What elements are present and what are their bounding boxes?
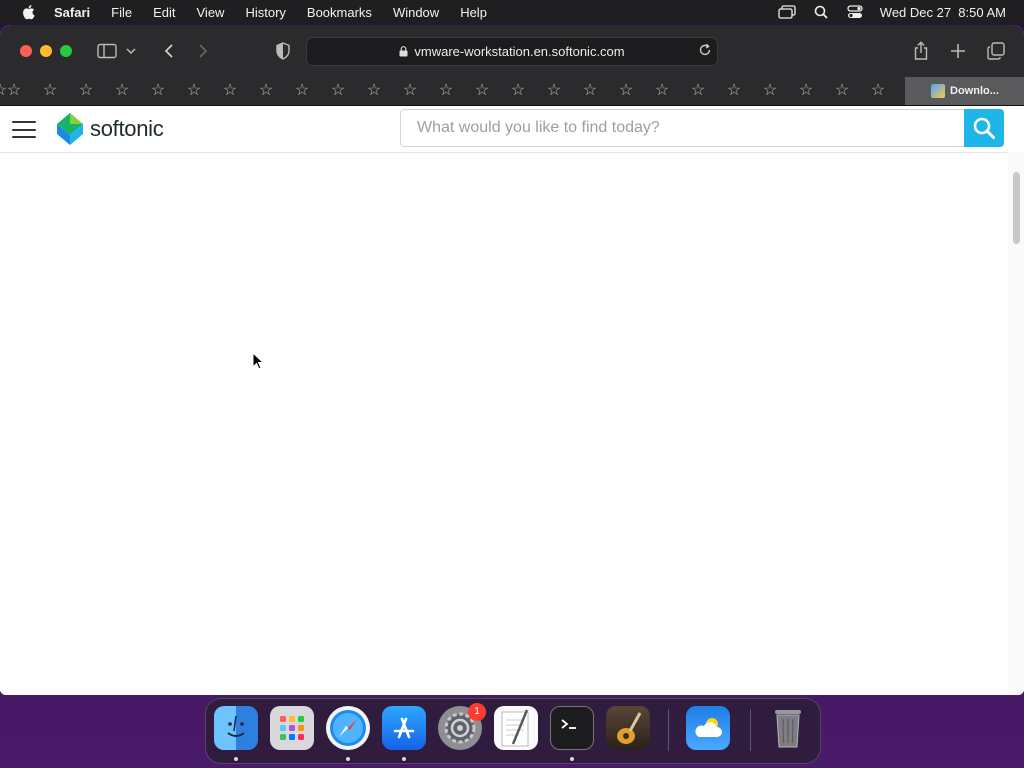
spotlight-search-icon[interactable]: [812, 5, 830, 19]
search-button[interactable]: [964, 109, 1004, 147]
garageband-icon[interactable]: [606, 706, 650, 750]
control-center-icon[interactable]: [846, 5, 864, 19]
menu-clock[interactable]: Wed Dec 27 8:50 AM: [880, 5, 1006, 20]
window-minimize-button[interactable]: [40, 45, 52, 57]
search-input[interactable]: [400, 109, 964, 147]
bookmark-star-icon[interactable]: ☆: [726, 83, 742, 99]
bookmark-star-icon[interactable]: ☆: [150, 83, 166, 99]
bookmark-star-icon[interactable]: ☆: [582, 83, 598, 99]
bookmark-star-icon[interactable]: ☆: [330, 83, 346, 99]
softonic-header: softonic: [0, 106, 1008, 153]
dock-separator: [750, 709, 751, 751]
bookmark-star-icon[interactable]: ☆: [510, 83, 526, 99]
weather-icon[interactable]: [686, 706, 730, 750]
bookmark-star-icon[interactable]: ☆: [762, 83, 778, 99]
url-text[interactable]: vmware-workstation.en.softonic.com: [414, 44, 624, 59]
sidebar-toggle-icon[interactable]: [96, 41, 118, 61]
bookmark-star-icon[interactable]: ☆: [366, 83, 382, 99]
window-zoom-button[interactable]: [60, 45, 72, 57]
mouse-cursor-icon: [252, 351, 265, 375]
terminal-icon[interactable]: [550, 706, 594, 750]
menu-history[interactable]: History: [245, 5, 285, 20]
favorites-bar: ☆ ☆ ☆ ☆ ☆ ☆ ☆ ☆ ☆ ☆ ☆ ☆ ☆ ☆ ☆ ☆ ☆ ☆ ☆ ☆ ☆ ☆ ☆ ☆ ☆ ☆ Downlo...: [0, 77, 1024, 106]
textedit-icon[interactable]: [494, 706, 538, 750]
bookmark-star-icon[interactable]: ☆: [834, 83, 850, 99]
chevron-down-icon[interactable]: [124, 41, 138, 61]
app-store-running-indicator: [402, 757, 406, 761]
browser-toolbar: vmware-workstation.en.softonic.com: [0, 25, 1024, 78]
tab-overview-icon[interactable]: [985, 41, 1007, 61]
notification-badge: 1: [468, 703, 486, 721]
softonic-wordmark: softonic: [90, 116, 164, 141]
bookmark-star-icon[interactable]: ☆: [42, 83, 58, 99]
trash-icon[interactable]: [766, 706, 810, 750]
bookmark-star-icon[interactable]: ☆: [78, 83, 94, 99]
new-tab-plus-icon[interactable]: [947, 41, 969, 61]
menu-edit[interactable]: Edit: [153, 5, 175, 20]
scrollbar-thumb[interactable]: [1013, 172, 1020, 244]
share-icon[interactable]: [910, 41, 932, 61]
bookmark-star-icon[interactable]: ☆: [402, 83, 418, 99]
dock: 1: [205, 698, 821, 764]
back-arrow-icon[interactable]: [158, 41, 180, 61]
menu-app-name[interactable]: Safari: [54, 5, 90, 20]
screen-mirroring-icon[interactable]: [778, 5, 796, 19]
menu-bookmarks[interactable]: Bookmarks: [307, 5, 372, 20]
bookmark-star-icon[interactable]: ☆: [690, 83, 706, 99]
search-icon: [973, 117, 995, 139]
apple-icon[interactable]: [20, 4, 36, 20]
softonic-logo[interactable]: softonic: [56, 112, 164, 146]
bookmark-star-icon[interactable]: ☆: [618, 83, 634, 99]
bookmark-star-icon[interactable]: ☆: [870, 83, 886, 99]
finder-running-indicator: [234, 757, 238, 761]
bookmark-star-icon[interactable]: ☆: [186, 83, 202, 99]
bookmark-star-icon[interactable]: ☆: [474, 83, 490, 99]
bookmark-star-icon[interactable]: ☆: [6, 83, 22, 99]
menu-bar: Safari File Edit View History Bookmarks …: [0, 0, 1024, 24]
forward-arrow-icon[interactable]: [192, 41, 214, 61]
bookmark-star-icon[interactable]: ☆: [438, 83, 454, 99]
lock-icon: [399, 46, 408, 57]
safari-icon[interactable]: [326, 706, 370, 750]
menu-view[interactable]: View: [197, 5, 225, 20]
reload-icon[interactable]: [698, 43, 712, 57]
menu-file[interactable]: File: [111, 5, 132, 20]
finder-icon[interactable]: [214, 706, 258, 750]
bookmark-star-icon[interactable]: ☆: [114, 83, 130, 99]
bookmark-star-icon[interactable]: ☆: [654, 83, 670, 99]
privacy-shield-icon[interactable]: [272, 41, 294, 61]
menu-window[interactable]: Window: [393, 5, 439, 20]
safari-running-indicator: [346, 757, 350, 761]
web-page: softonic: [0, 106, 1024, 695]
menu-help[interactable]: Help: [460, 5, 487, 20]
address-bar[interactable]: vmware-workstation.en.softonic.com: [306, 37, 718, 66]
bookmark-star-icon[interactable]: ☆: [294, 83, 310, 99]
launchpad-icon[interactable]: [270, 706, 314, 750]
safari-window: vmware-workstation.en.softonic.com ☆ ☆ ☆ ☆ ☆…: [0, 25, 1024, 695]
hamburger-menu-icon[interactable]: [12, 121, 36, 138]
bookmark-star-icon[interactable]: ☆: [222, 83, 238, 99]
window-close-button[interactable]: [20, 45, 32, 57]
download-tab[interactable]: Downlo...: [905, 77, 1024, 105]
bookmark-star-icon[interactable]: ☆: [798, 83, 814, 99]
bookmark-star-icon[interactable]: ☆: [546, 83, 562, 99]
app-store-icon[interactable]: [382, 706, 426, 750]
download-favicon: [931, 84, 945, 98]
terminal-running-indicator: [570, 757, 574, 761]
download-tab-label: Downlo...: [950, 85, 999, 97]
softonic-logo-icon: [57, 113, 83, 145]
dock-separator: [668, 709, 669, 751]
bookmark-star-icon[interactable]: ☆: [258, 83, 274, 99]
bookmark-star-icon[interactable]: ☆: [0, 83, 8, 99]
